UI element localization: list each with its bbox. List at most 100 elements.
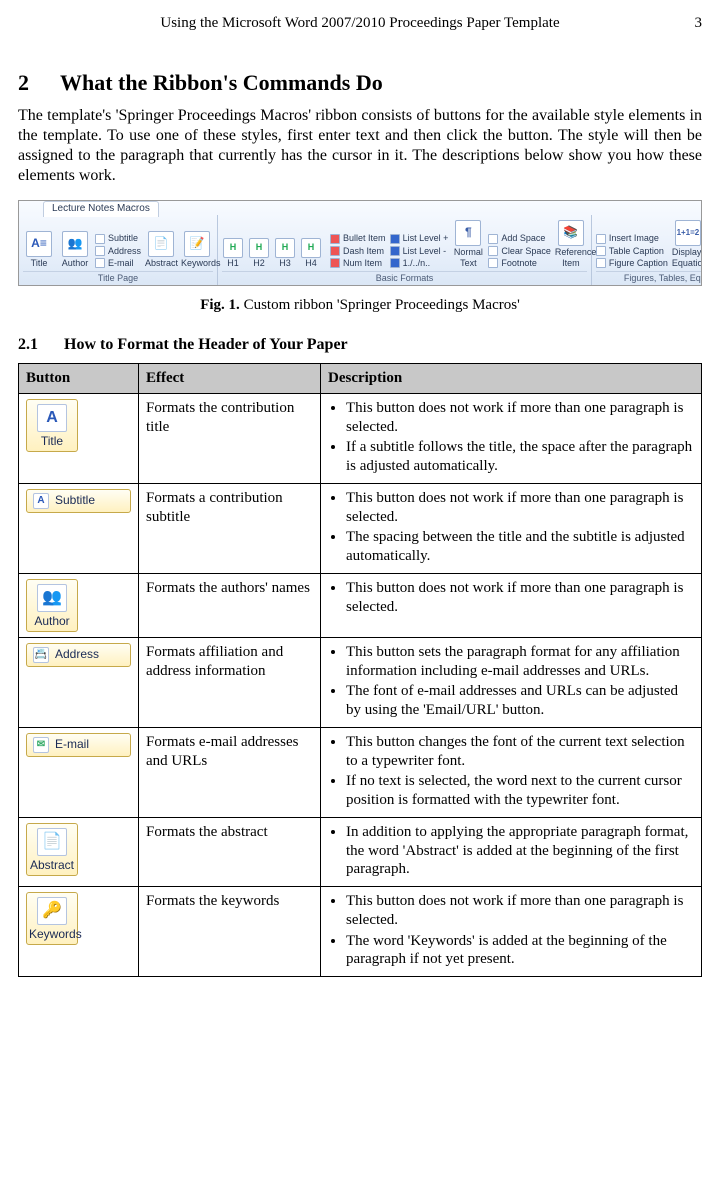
ribbon-screenshot: Lecture Notes Macros A≡Title 👥Author Sub…: [18, 200, 702, 286]
table-row: 📄 Abstract Formats the abstract In addition…: [19, 817, 702, 886]
cell-effect: Formats a contribution subtitle: [139, 483, 321, 573]
cell-button: 🔑 Keywords: [19, 887, 139, 977]
table-row: 👥 Author Formats the authors' names This bu…: [19, 573, 702, 637]
ribbon-btn-author: 👥Author: [59, 231, 91, 269]
section-title: What the Ribbon's Commands Do: [60, 70, 383, 95]
section-heading: 2What the Ribbon's Commands Do: [18, 69, 702, 97]
button-glyph-icon: A: [37, 404, 67, 432]
ribbon-btn-reference: 📚Reference Item: [555, 220, 587, 270]
button-glyph-icon: 📇: [33, 647, 49, 663]
cell-button: 📇 Address: [19, 637, 139, 727]
ribbon-list-stack: Bullet Item Dash Item Num Item: [330, 233, 386, 269]
description-list: This button changes the font of the curr…: [328, 733, 694, 810]
running-title: Using the Microsoft Word 2007/2010 Proce…: [160, 14, 559, 33]
ribbon-mini-stack-1: Subtitle Address E-mail: [95, 233, 141, 269]
description-item: This button sets the paragraph format fo…: [346, 643, 694, 681]
description-item: This button does not work if more than o…: [346, 579, 694, 617]
ribbon-btn-abstract: 📄Abstract: [145, 231, 177, 269]
ribbon-btn-h4: HH4: [300, 238, 322, 269]
cell-button: A Title: [19, 393, 139, 483]
button-glyph-icon: 📄: [37, 828, 67, 856]
cell-description: This button sets the paragraph format fo…: [321, 637, 702, 727]
cell-description: This button does not work if more than o…: [321, 393, 702, 483]
col-effect: Effect: [139, 364, 321, 394]
description-item: This button does not work if more than o…: [346, 489, 694, 527]
cell-description: In addition to applying the appropriate …: [321, 817, 702, 886]
description-item: In addition to applying the appropriate …: [346, 823, 694, 879]
button-icon-label: Keywords: [29, 927, 82, 941]
table-row: A Subtitle Formats a contribution subtitle…: [19, 483, 702, 573]
button-glyph-icon: A: [33, 493, 49, 509]
table-row: ✉ E-mail Formats e-mail addresses and URLs…: [19, 727, 702, 817]
toolbar-button-icon: 📄 Abstract: [26, 823, 78, 876]
running-header: Using the Microsoft Word 2007/2010 Proce…: [18, 14, 702, 33]
table-row: 🔑 Keywords Formats the keywords This button…: [19, 887, 702, 977]
toolbar-button-icon: 👥 Author: [26, 579, 78, 632]
cell-button: A Subtitle: [19, 483, 139, 573]
ribbon-btn-keywords: 📝Keywords: [181, 231, 213, 269]
ribbon-btn-h3: HH3: [274, 238, 296, 269]
subsection-title: How to Format the Header of Your Paper: [64, 336, 348, 353]
toolbar-button-icon: A Title: [26, 399, 78, 452]
toolbar-button-icon: A Subtitle: [26, 489, 131, 513]
ribbon-listlevel-stack: List Level + List Level - 1./../n..: [390, 233, 449, 269]
col-description: Description: [321, 364, 702, 394]
table-header-row: Button Effect Description: [19, 364, 702, 394]
button-glyph-icon: 🔑: [37, 897, 67, 925]
button-icon-label: E-mail: [55, 737, 89, 752]
description-item: If a subtitle follows the title, the spa…: [346, 438, 694, 476]
cell-effect: Formats e-mail addresses and URLs: [139, 727, 321, 817]
description-item: This button does not work if more than o…: [346, 892, 694, 930]
description-list: This button sets the paragraph format fo…: [328, 643, 694, 720]
section-number: 2: [18, 69, 60, 97]
cell-description: This button does not work if more than o…: [321, 573, 702, 637]
description-list: In addition to applying the appropriate …: [328, 823, 694, 879]
cell-description: This button changes the font of the curr…: [321, 727, 702, 817]
cell-effect: Formats the abstract: [139, 817, 321, 886]
toolbar-button-icon: ✉ E-mail: [26, 733, 131, 757]
description-list: This button does not work if more than o…: [328, 399, 694, 476]
ribbon-space-stack: Add Space Clear Space Footnote: [488, 233, 551, 269]
description-item: The word 'Keywords' is added at the begi…: [346, 932, 694, 970]
cell-button: 📄 Abstract: [19, 817, 139, 886]
cell-effect: Formats the keywords: [139, 887, 321, 977]
button-icon-label: Subtitle: [55, 493, 95, 508]
description-item: The spacing between the title and the su…: [346, 528, 694, 566]
toolbar-button-icon: 🔑Keywords: [26, 892, 78, 945]
cell-button: ✉ E-mail: [19, 727, 139, 817]
button-icon-label: Address: [55, 647, 99, 662]
button-icon-label: Title: [41, 434, 63, 448]
button-icon-label: Author: [34, 614, 69, 628]
ribbon-btn-normal: ¶Normal Text: [452, 220, 484, 270]
cell-effect: Formats the contribution title: [139, 393, 321, 483]
button-icon-label: Abstract: [30, 858, 74, 872]
description-list: This button does not work if more than o…: [328, 489, 694, 566]
subsection-number: 2.1: [18, 335, 64, 355]
ribbon-group-titlepage: A≡Title 👥Author Subtitle Address E-mail …: [19, 215, 218, 285]
figure-label: Fig. 1.: [200, 297, 240, 313]
page-number: 3: [695, 14, 703, 33]
button-glyph-icon: 👥: [37, 584, 67, 612]
ribbon-group-figtables: Insert Image Table Caption Figure Captio…: [592, 215, 702, 285]
cell-description: This button does not work if more than o…: [321, 887, 702, 977]
ribbon-btn-title: A≡Title: [23, 231, 55, 269]
section-paragraph: The template's 'Springer Proceedings Mac…: [18, 106, 702, 186]
description-item: If no text is selected, the word next to…: [346, 772, 694, 810]
ribbon-btn-dispeq: 1+1=2Displayed Equation: [672, 220, 702, 270]
description-list: This button does not work if more than o…: [328, 579, 694, 617]
description-item: This button does not work if more than o…: [346, 399, 694, 437]
cell-button: 👥 Author: [19, 573, 139, 637]
description-list: This button does not work if more than o…: [328, 892, 694, 969]
description-item: This button changes the font of the curr…: [346, 733, 694, 771]
figure-caption-text: Custom ribbon 'Springer Proceedings Macr…: [244, 297, 520, 313]
description-item: The font of e-mail addresses and URLs ca…: [346, 682, 694, 720]
toolbar-button-icon: 📇 Address: [26, 643, 131, 667]
ribbon-btn-h1: HH1: [222, 238, 244, 269]
table-row: 📇AddressFormats affiliation and address …: [19, 637, 702, 727]
ribbon-figtab-stack: Insert Image Table Caption Figure Captio…: [596, 233, 668, 269]
format-table: Button Effect Description A Title Formats …: [18, 363, 702, 977]
cell-effect: Formats the authors' names: [139, 573, 321, 637]
button-glyph-icon: ✉: [33, 737, 49, 753]
cell-description: This button does not work if more than o…: [321, 483, 702, 573]
ribbon-group-basicformats: HH1 HH2 HH3 HH4 Bullet Item Dash Item Nu…: [218, 215, 592, 285]
